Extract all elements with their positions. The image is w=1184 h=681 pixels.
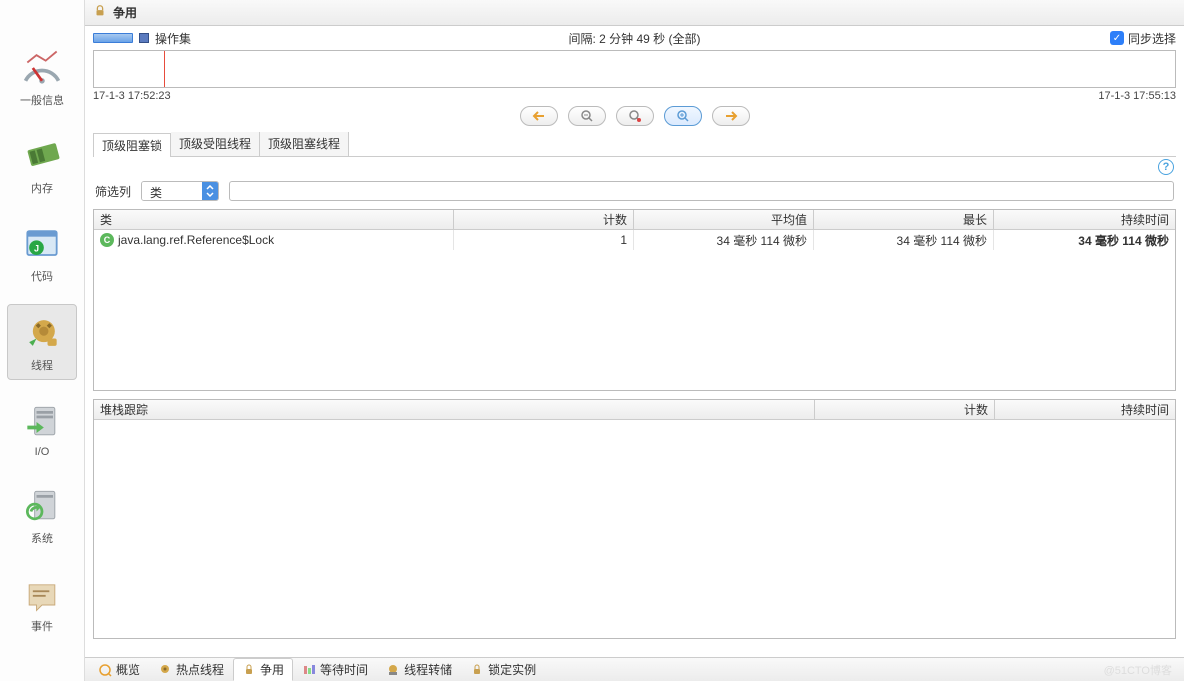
actions-icon[interactable] (139, 33, 149, 43)
sidebar-item-memory[interactable]: 内存 (7, 128, 77, 202)
timeline-start: 17-1-3 17:52:23 (93, 90, 171, 102)
locks-table: 类 计数 平均值 最长 持续时间 Cjava.lang.ref.Referenc… (93, 209, 1176, 391)
sidebar: 一般信息 内存 J 代码 线程 I/O 系统 事件 (0, 0, 84, 681)
overview-icon (98, 663, 112, 677)
sidebar-item-events[interactable]: 事件 (7, 566, 77, 640)
main-panel: 争用 操作集 间隔: 2 分钟 49 秒 (全部) ✓ 同步选择 17-1-3 … (84, 0, 1184, 681)
threads-icon (20, 311, 64, 355)
th-max[interactable]: 最长 (814, 210, 994, 229)
table-row[interactable]: Cjava.lang.ref.Reference$Lock 1 34 毫秒 11… (94, 230, 1175, 250)
btab-contention[interactable]: 争用 (233, 658, 293, 681)
nav-zoom-reset-button[interactable] (616, 106, 654, 126)
td-avg: 34 毫秒 114 微秒 (634, 230, 814, 250)
events-icon (20, 572, 64, 616)
sidebar-item-label: 代码 (31, 268, 53, 284)
event-bar-icon[interactable] (93, 33, 133, 43)
btab-waittime[interactable]: 等待时间 (293, 658, 377, 681)
nav-zoom-in-button[interactable] (664, 106, 702, 126)
sidebar-item-code[interactable]: J 代码 (7, 216, 77, 290)
stack-body (94, 420, 1175, 638)
td-max: 34 毫秒 114 微秒 (814, 230, 994, 250)
filter-row: 筛选列 类 (85, 177, 1184, 205)
memory-icon (20, 134, 64, 178)
td-class: java.lang.ref.Reference$Lock (118, 233, 274, 247)
hotthreads-icon (158, 663, 172, 677)
sidebar-item-label: 系统 (31, 530, 53, 546)
interval-label: 间隔: 2 分钟 49 秒 (全部) (568, 30, 700, 47)
sync-checkbox[interactable]: ✓ (1110, 31, 1124, 45)
code-icon: J (20, 222, 64, 266)
sidebar-item-label: 线程 (31, 357, 53, 373)
nav-zoom-out-button[interactable] (568, 106, 606, 126)
sidebar-item-label: 内存 (31, 180, 53, 196)
th-stack-count[interactable]: 计数 (815, 400, 995, 419)
sync-label: 同步选择 (1128, 30, 1176, 47)
nav-next-button[interactable] (712, 106, 750, 126)
subtab-top-blocked-threads[interactable]: 顶级受阻线程 (171, 132, 260, 156)
subtab-top-blocking-threads[interactable]: 顶级阻塞线程 (260, 132, 349, 156)
sidebar-item-label: 事件 (31, 618, 53, 634)
sidebar-item-io[interactable]: I/O (7, 394, 77, 464)
lock-icon (242, 663, 256, 677)
filter-label: 筛选列 (95, 183, 131, 200)
lock-icon (93, 4, 107, 21)
chevron-updown-icon (202, 182, 218, 200)
sidebar-item-general[interactable]: 一般信息 (7, 40, 77, 114)
th-count[interactable]: 计数 (454, 210, 634, 229)
th-dur[interactable]: 持续时间 (994, 210, 1175, 229)
sub-tabs: 顶级阻塞锁 顶级受阻线程 顶级阻塞线程 (93, 132, 1176, 157)
sidebar-item-label: I/O (35, 446, 50, 458)
threaddump-icon (386, 663, 400, 677)
timeline[interactable] (93, 50, 1176, 88)
sidebar-item-system[interactable]: 系统 (7, 478, 77, 552)
lockinst-icon (470, 663, 484, 677)
page-title: 争用 (113, 4, 137, 21)
timeline-end: 17-1-3 17:55:13 (1098, 90, 1176, 102)
subtab-top-blocking-locks[interactable]: 顶级阻塞锁 (93, 133, 171, 157)
title-bar: 争用 (85, 0, 1184, 26)
wait-icon (302, 663, 316, 677)
btab-hotthreads[interactable]: 热点线程 (149, 658, 233, 681)
th-avg[interactable]: 平均值 (634, 210, 814, 229)
actions-label: 操作集 (155, 30, 191, 47)
btab-lockinstances[interactable]: 锁定实例 (461, 658, 545, 681)
io-icon (20, 400, 64, 444)
gauge-icon (20, 46, 64, 90)
class-icon: C (100, 233, 114, 247)
svg-text:J: J (34, 243, 39, 253)
th-stack[interactable]: 堆栈跟踪 (94, 400, 815, 419)
th-class[interactable]: 类 (94, 210, 454, 229)
system-icon (20, 484, 64, 528)
sidebar-item-label: 一般信息 (20, 92, 64, 108)
btab-overview[interactable]: 概览 (89, 658, 149, 681)
filter-input[interactable] (229, 181, 1174, 201)
sidebar-item-threads[interactable]: 线程 (7, 304, 77, 380)
nav-prev-button[interactable] (520, 106, 558, 126)
toolbar: 操作集 间隔: 2 分钟 49 秒 (全部) ✓ 同步选择 (85, 26, 1184, 50)
filter-selected: 类 (142, 182, 202, 200)
td-count: 1 (454, 230, 634, 250)
help-icon[interactable]: ? (1158, 159, 1174, 175)
watermark: @51CTO博客 (1104, 662, 1180, 678)
nav-buttons (85, 102, 1184, 132)
td-dur: 34 毫秒 114 微秒 (994, 230, 1175, 250)
timeline-marker (164, 51, 165, 87)
stack-table: 堆栈跟踪 计数 持续时间 (93, 399, 1176, 639)
bottom-tabs: 概览 热点线程 争用 等待时间 线程转储 锁定实例 @51CTO博客 (85, 657, 1184, 681)
btab-threaddump[interactable]: 线程转储 (377, 658, 461, 681)
filter-column-select[interactable]: 类 (141, 181, 219, 201)
th-stack-dur[interactable]: 持续时间 (995, 400, 1175, 419)
